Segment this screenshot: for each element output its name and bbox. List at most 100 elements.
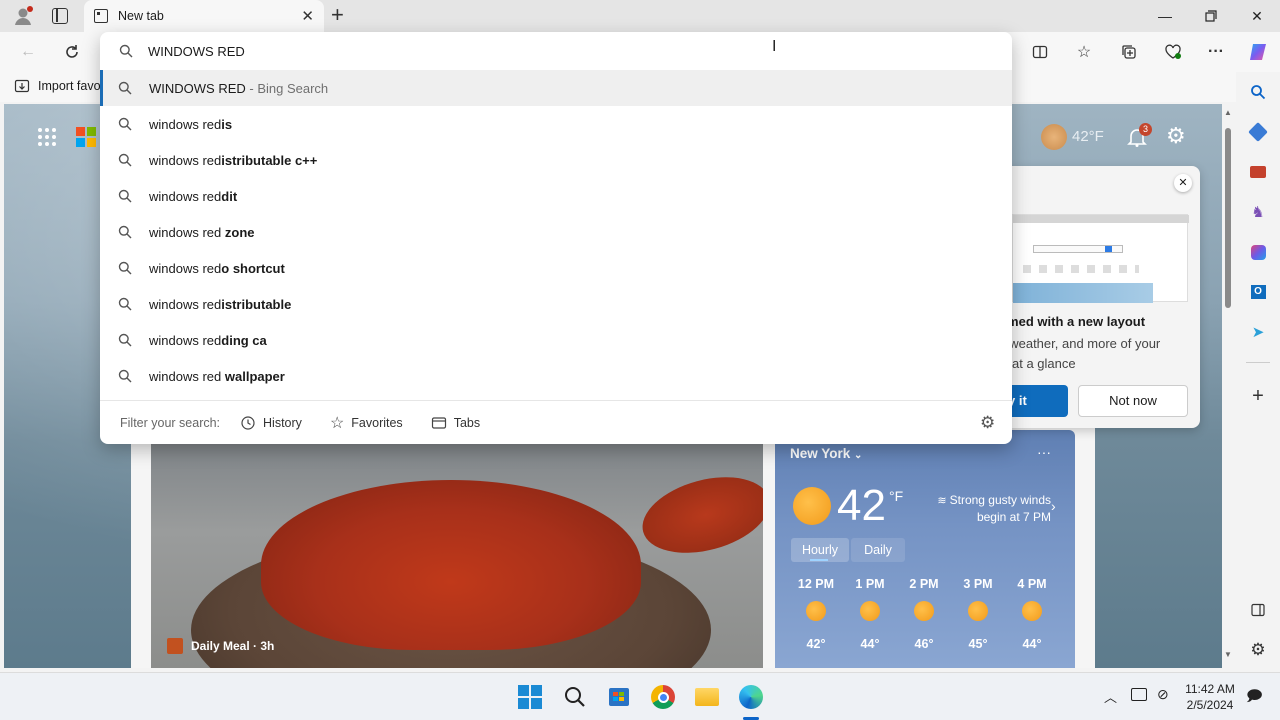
not-now-button[interactable]: Not now	[1078, 385, 1188, 417]
promo-title: rmed with a new layout	[1002, 314, 1146, 329]
suggestion-item[interactable]: WINDOWS RED - Bing Search	[100, 70, 1012, 106]
tab-title: New tab	[118, 9, 164, 23]
search-icon	[118, 81, 132, 95]
notifications-bell-icon[interactable]: 3	[1126, 123, 1152, 148]
promo-close-icon[interactable]: ✕	[1174, 174, 1192, 192]
sidebar-settings-icon[interactable]: ⚙	[1246, 638, 1270, 662]
address-search-icon	[119, 44, 133, 61]
collections-icon[interactable]	[1117, 40, 1141, 64]
store-icon[interactable]	[606, 684, 632, 710]
suggestion-text: windows redis	[149, 116, 233, 132]
favorites-star-icon[interactable]: ☆	[1072, 40, 1096, 64]
new-tab-button[interactable]: +	[331, 4, 344, 26]
news-image-card[interactable]: Daily Meal · 3h	[151, 440, 763, 668]
weather-alert[interactable]: ≋ Strong gusty winds begin at 7 PM	[923, 492, 1051, 525]
search-icon	[118, 369, 132, 383]
chrome-icon[interactable]	[650, 684, 676, 710]
add-sidebar-item-icon[interactable]: +	[1246, 384, 1270, 408]
header-weather-icon[interactable]	[1041, 124, 1067, 150]
address-bar-input[interactable]: WINDOWS RED	[148, 44, 245, 59]
suggestion-text: windows red wallpaper	[149, 368, 285, 384]
spoon-image	[634, 464, 763, 566]
suggestion-item[interactable]: windows reddit	[100, 178, 1012, 214]
suggestion-item[interactable]: windows redistributable c++	[100, 142, 1012, 178]
sun-icon	[914, 601, 934, 621]
network-icon[interactable]: ⊘	[1157, 686, 1169, 703]
search-icon[interactable]	[1246, 80, 1270, 104]
file-explorer-icon[interactable]	[694, 684, 720, 710]
search-icon	[118, 333, 132, 347]
browser-essentials-icon[interactable]	[1161, 40, 1185, 64]
page-settings-icon[interactable]: ⚙	[1166, 124, 1190, 148]
hour-col: 1 PM 44°	[855, 577, 885, 651]
weather-card[interactable]: New York ⌄ ··· 42 °F ≋ Strong gusty wind…	[775, 430, 1075, 668]
games-icon[interactable]: ♞	[1246, 200, 1270, 224]
import-favorites-label: Import favo	[38, 79, 101, 93]
tools-icon[interactable]	[1246, 160, 1270, 184]
shopping-tag-icon[interactable]	[1246, 120, 1270, 144]
edge-taskbar-icon[interactable]	[738, 684, 764, 710]
back-icon[interactable]: ←	[16, 40, 40, 64]
tab-strip: New tab ✕ + — ✕	[0, 0, 1280, 32]
minimize-button[interactable]: —	[1142, 0, 1188, 32]
taskbar-search-icon[interactable]	[562, 684, 588, 710]
sun-icon	[968, 601, 988, 621]
news-source: Daily Meal · 3h	[167, 638, 274, 654]
header-temperature[interactable]: 42°F	[1072, 128, 1104, 145]
hour-col: 3 PM 45°	[963, 577, 993, 651]
search-icon	[118, 117, 132, 131]
microsoft-365-icon[interactable]	[1246, 240, 1270, 264]
filter-favorites-button[interactable]: ☆ Favorites	[330, 413, 403, 433]
close-tab-icon[interactable]: ✕	[301, 7, 314, 25]
filter-history-button[interactable]: History	[240, 415, 302, 431]
suggestion-item[interactable]: windows redis	[100, 106, 1012, 142]
promo-preview-image	[1012, 214, 1189, 303]
search-icon	[118, 261, 132, 275]
suggestion-item[interactable]: windows red zone	[100, 214, 1012, 250]
scroll-thumb[interactable]	[1225, 128, 1231, 308]
filter-settings-icon[interactable]: ⚙	[980, 413, 995, 433]
daily-meal-logo-icon	[167, 638, 183, 654]
tab-new-tab[interactable]: New tab ✕	[84, 0, 324, 32]
suggestion-item[interactable]: windows redistributable	[100, 286, 1012, 322]
copilot-icon[interactable]	[1246, 40, 1270, 64]
page-icon	[94, 9, 108, 23]
import-favorites-link[interactable]: Import favo	[14, 78, 101, 94]
restore-button[interactable]	[1188, 0, 1234, 32]
refresh-icon[interactable]	[60, 40, 84, 64]
close-window-button[interactable]: ✕	[1234, 0, 1280, 32]
profile-icon[interactable]	[12, 5, 34, 27]
display-icon[interactable]	[1131, 688, 1147, 701]
apps-launcher-icon[interactable]	[38, 128, 56, 146]
show-hidden-icons-icon[interactable]: ︿	[1104, 687, 1117, 706]
suggestion-item[interactable]: windows redding ca	[100, 322, 1012, 358]
new-layout-promo: ✕ rmed with a new layout , weather, and …	[1002, 166, 1200, 428]
suggestion-item[interactable]: windows red wallpaper	[100, 358, 1012, 394]
chevron-right-icon[interactable]: ›	[1051, 498, 1056, 514]
suggestion-text: windows reddit	[149, 188, 238, 204]
hide-sidebar-icon[interactable]	[1246, 598, 1270, 622]
suggestion-text: windows red zone	[149, 224, 255, 240]
spice-mound-image	[261, 480, 641, 650]
clock[interactable]: 11:42 AM 2/5/2024	[1182, 681, 1238, 713]
suggestion-item[interactable]: windows redo shortcut	[100, 250, 1012, 286]
start-windows-icon[interactable]	[517, 684, 543, 710]
weather-more-icon[interactable]: ···	[1037, 444, 1051, 460]
notification-badge: 3	[1139, 123, 1152, 136]
weather-city[interactable]: New York ⌄	[790, 446, 862, 461]
hour-col: 2 PM 46°	[909, 577, 939, 651]
filter-tabs-button[interactable]: Tabs	[431, 415, 480, 431]
tab-daily[interactable]: Daily	[851, 538, 905, 562]
notification-center-icon[interactable]: 🗩	[1246, 686, 1263, 711]
search-filter-bar: Filter your search: History ☆ Favorites …	[100, 400, 1012, 444]
page-scrollbar[interactable]: ▲ ▼	[1222, 104, 1234, 668]
tab-actions-icon[interactable]	[52, 8, 68, 24]
sun-icon	[1022, 601, 1042, 621]
suggestion-text: windows redistributable	[149, 296, 292, 312]
drop-icon[interactable]: ➤	[1246, 320, 1270, 344]
suggestion-text: windows redo shortcut	[149, 260, 285, 276]
more-menu-icon[interactable]: ···	[1204, 40, 1228, 64]
history-icon	[241, 415, 255, 430]
split-screen-icon[interactable]	[1028, 40, 1052, 64]
outlook-icon[interactable]: O	[1246, 280, 1270, 304]
